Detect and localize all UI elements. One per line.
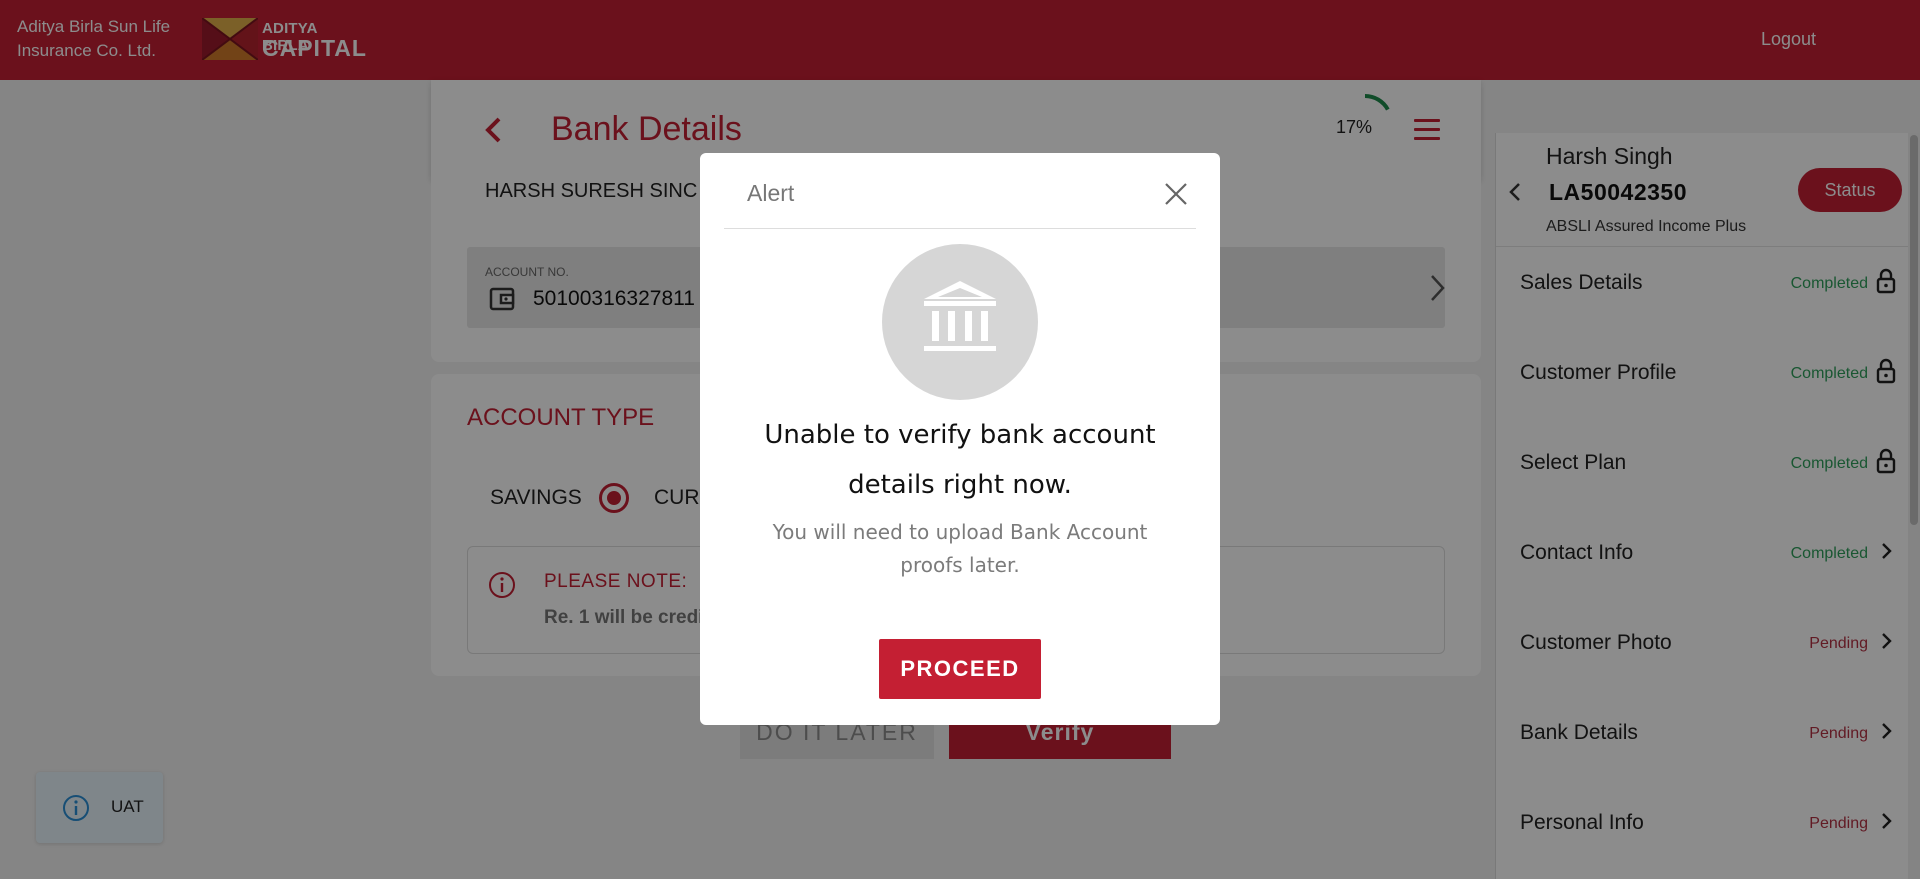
close-icon[interactable] (1163, 181, 1189, 207)
bank-icon (882, 244, 1038, 400)
dialog-divider (724, 228, 1196, 229)
alert-dialog: Alert Unable to verify bank account deta… (700, 153, 1220, 725)
dialog-heading: Unable to verify bank account details ri… (764, 420, 1156, 500)
dialog-title: Alert (747, 180, 795, 206)
dialog-message: You will need to upload Bank Account pro… (772, 520, 1148, 577)
proceed-button[interactable]: PROCEED (879, 639, 1041, 699)
